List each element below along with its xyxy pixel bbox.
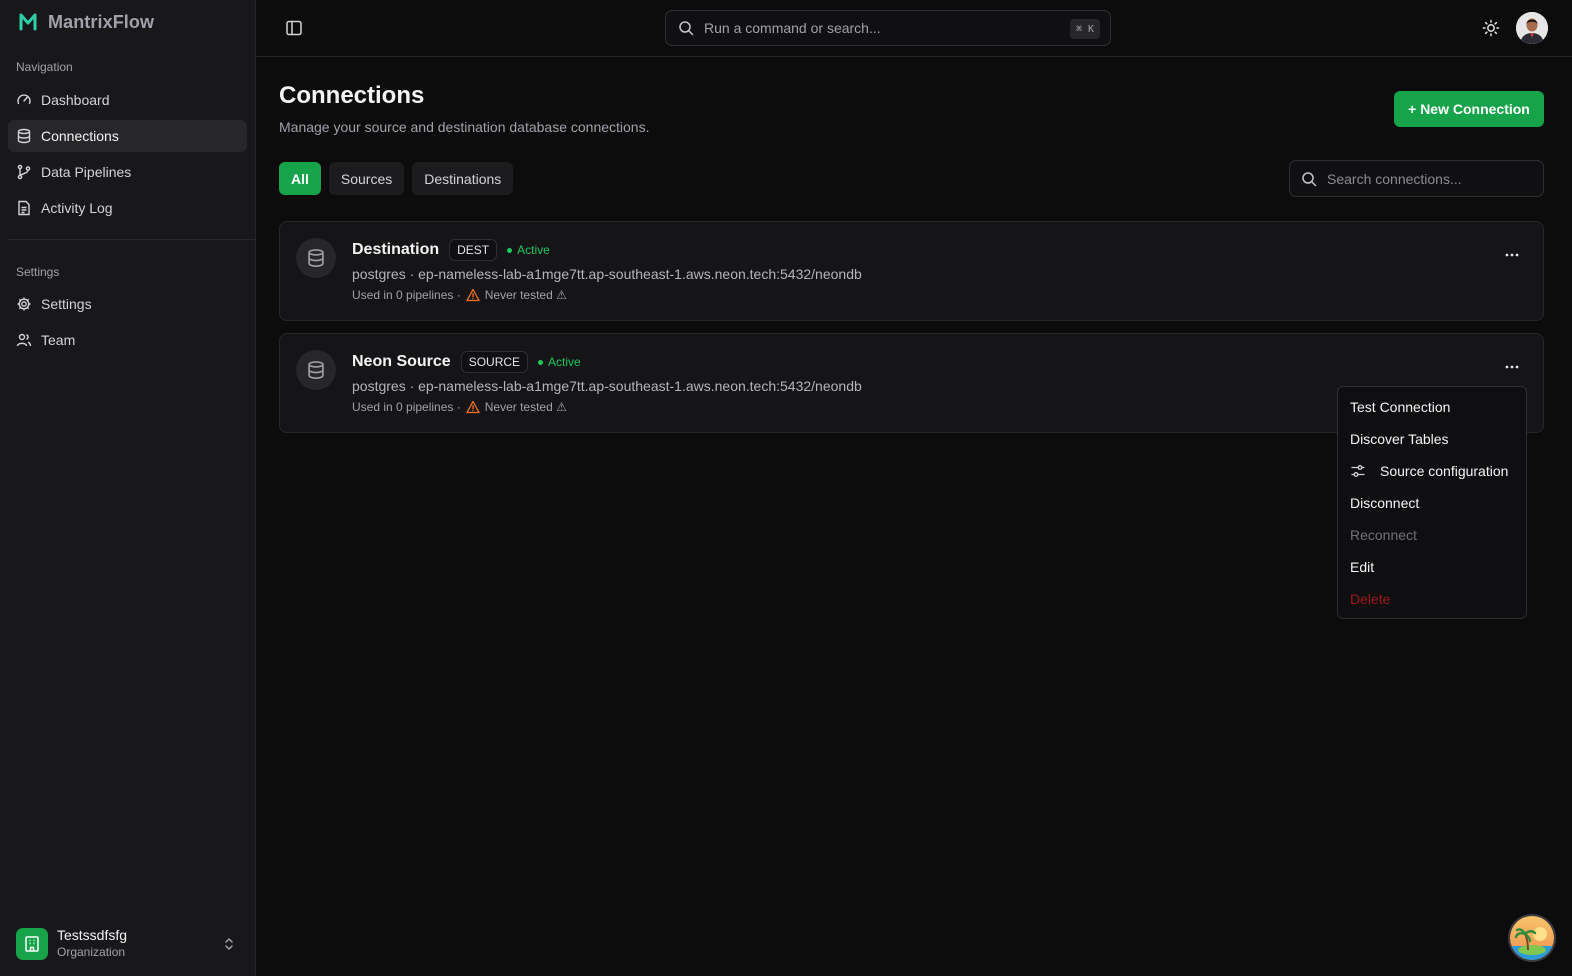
sidebar-item-team[interactable]: Team xyxy=(8,324,247,356)
menu-item-discover-tables[interactable]: Discover Tables xyxy=(1342,423,1522,455)
chevrons-up-down-icon xyxy=(225,938,233,950)
pipeline-usage: Used in 0 pipelines · xyxy=(352,400,461,414)
sidebar-item-label: Team xyxy=(41,332,76,348)
sidebar-item-data-pipelines[interactable]: Data Pipelines xyxy=(8,156,247,188)
connection-actions-menu: Test Connection Discover Tables Source c… xyxy=(1337,386,1527,619)
building-icon xyxy=(25,936,39,952)
connection-header: Neon Source SOURCE Active xyxy=(352,351,581,373)
topbar: Run a command or search... ⌘ K xyxy=(256,0,1572,57)
search-connections-field xyxy=(1289,160,1544,197)
status-label: Active xyxy=(548,355,581,369)
test-status: Never tested ⚠ xyxy=(484,288,567,302)
org-avatar xyxy=(16,928,48,960)
navigation-list: Dashboard Connections Data Pipelines Act… xyxy=(8,84,247,228)
menu-item-disconnect[interactable]: Disconnect xyxy=(1342,487,1522,519)
keyboard-shortcut: ⌘ K xyxy=(1069,19,1100,39)
connection-icon-wrap xyxy=(296,350,336,390)
connection-type-badge: SOURCE xyxy=(460,351,529,373)
brand[interactable]: MantrixFlow xyxy=(18,10,154,34)
menu-item-source-configuration[interactable]: Source configuration xyxy=(1342,455,1522,487)
filter-tabs: All Sources Destinations xyxy=(279,162,514,195)
user-avatar[interactable] xyxy=(1516,12,1548,44)
menu-item-label: Source configuration xyxy=(1380,463,1509,479)
menu-item-delete[interactable]: Delete xyxy=(1342,583,1522,615)
status-badge: Active xyxy=(507,243,550,257)
command-search-bar[interactable]: Run a command or search... ⌘ K xyxy=(665,10,1111,46)
database-icon xyxy=(308,361,324,379)
warning-icon xyxy=(466,288,480,302)
sidebar-divider xyxy=(8,239,256,240)
sidebar-item-activity-log[interactable]: Activity Log xyxy=(8,192,247,224)
new-connection-button[interactable]: + New Connection xyxy=(1394,91,1544,127)
floating-assistant-avatar[interactable] xyxy=(1508,914,1556,962)
sidebar-item-label: Activity Log xyxy=(41,200,113,216)
search-icon xyxy=(679,21,694,36)
connection-meta: Used in 0 pipelines · Never tested ⚠ xyxy=(352,400,567,414)
tab-sources[interactable]: Sources xyxy=(328,162,405,195)
git-branch-icon xyxy=(17,164,31,180)
sliders-icon xyxy=(1351,465,1365,477)
tab-destinations[interactable]: Destinations xyxy=(412,162,514,195)
more-horizontal-icon[interactable] xyxy=(1503,358,1521,376)
connection-header: Destination DEST Active xyxy=(352,239,550,261)
sun-icon[interactable] xyxy=(1482,19,1500,37)
connection-meta: Used in 0 pipelines · Never tested ⚠ xyxy=(352,288,567,302)
test-status: Never tested ⚠ xyxy=(484,400,567,414)
connection-icon-wrap xyxy=(296,238,336,278)
settings-list: Settings Team xyxy=(8,288,247,360)
menu-item-test-connection[interactable]: Test Connection xyxy=(1342,391,1522,423)
menu-item-edit[interactable]: Edit xyxy=(1342,551,1522,583)
connection-url: postgres · ep-nameless-lab-a1mge7tt.ap-s… xyxy=(352,266,862,282)
brand-name: MantrixFlow xyxy=(48,11,155,32)
org-text: Testssdfsfg Organization xyxy=(57,927,127,961)
sidebar-item-label: Settings xyxy=(41,296,92,312)
status-dot xyxy=(538,359,544,365)
island-avatar-image xyxy=(1510,916,1554,960)
sidebar-toggle-icon[interactable] xyxy=(284,18,304,38)
file-text-icon xyxy=(18,200,30,216)
command-search-placeholder: Run a command or search... xyxy=(704,20,881,36)
user-avatar-image xyxy=(1516,12,1548,44)
sidebar: MantrixFlow Navigation Dashboard Connect… xyxy=(0,0,256,976)
connection-url: postgres · ep-nameless-lab-a1mge7tt.ap-s… xyxy=(352,378,862,394)
org-role: Organization xyxy=(57,945,126,959)
m-logo-icon xyxy=(19,13,37,31)
sidebar-item-settings[interactable]: Settings xyxy=(8,288,247,320)
sidebar-item-dashboard[interactable]: Dashboard xyxy=(8,84,247,116)
org-name: Testssdfsfg xyxy=(57,927,128,943)
navigation-section-label: Navigation xyxy=(16,60,73,74)
connection-name: Destination xyxy=(352,241,440,258)
sidebar-item-connections[interactable]: Connections xyxy=(8,120,247,152)
status-label: Active xyxy=(517,243,550,257)
users-icon xyxy=(16,333,32,347)
more-horizontal-icon[interactable] xyxy=(1503,246,1521,264)
search-connections-input[interactable] xyxy=(1327,170,1527,187)
gauge-icon xyxy=(17,94,31,105)
sidebar-item-label: Connections xyxy=(41,128,119,144)
page-title: Connections xyxy=(279,82,425,109)
gear-icon xyxy=(17,297,31,311)
connection-type-badge: DEST xyxy=(449,239,498,261)
page-subtitle: Manage your source and destination datab… xyxy=(279,119,650,135)
database-icon xyxy=(17,128,31,144)
sidebar-item-label: Dashboard xyxy=(41,92,110,108)
connection-card[interactable]: Destination DEST Active postgres · ep-na… xyxy=(279,221,1544,321)
pipeline-usage: Used in 0 pipelines · xyxy=(352,288,461,302)
org-switcher[interactable]: Testssdfsfg Organization xyxy=(8,922,247,966)
tab-all[interactable]: All xyxy=(279,162,321,195)
database-icon xyxy=(308,249,324,267)
status-badge: Active xyxy=(538,355,581,369)
settings-section-label: Settings xyxy=(16,265,60,279)
warning-icon xyxy=(466,400,480,414)
status-dot xyxy=(507,247,513,253)
sidebar-item-label: Data Pipelines xyxy=(41,164,132,180)
menu-item-reconnect: Reconnect xyxy=(1350,527,1417,543)
connection-name: Neon Source xyxy=(352,353,451,370)
search-icon xyxy=(1302,171,1317,186)
